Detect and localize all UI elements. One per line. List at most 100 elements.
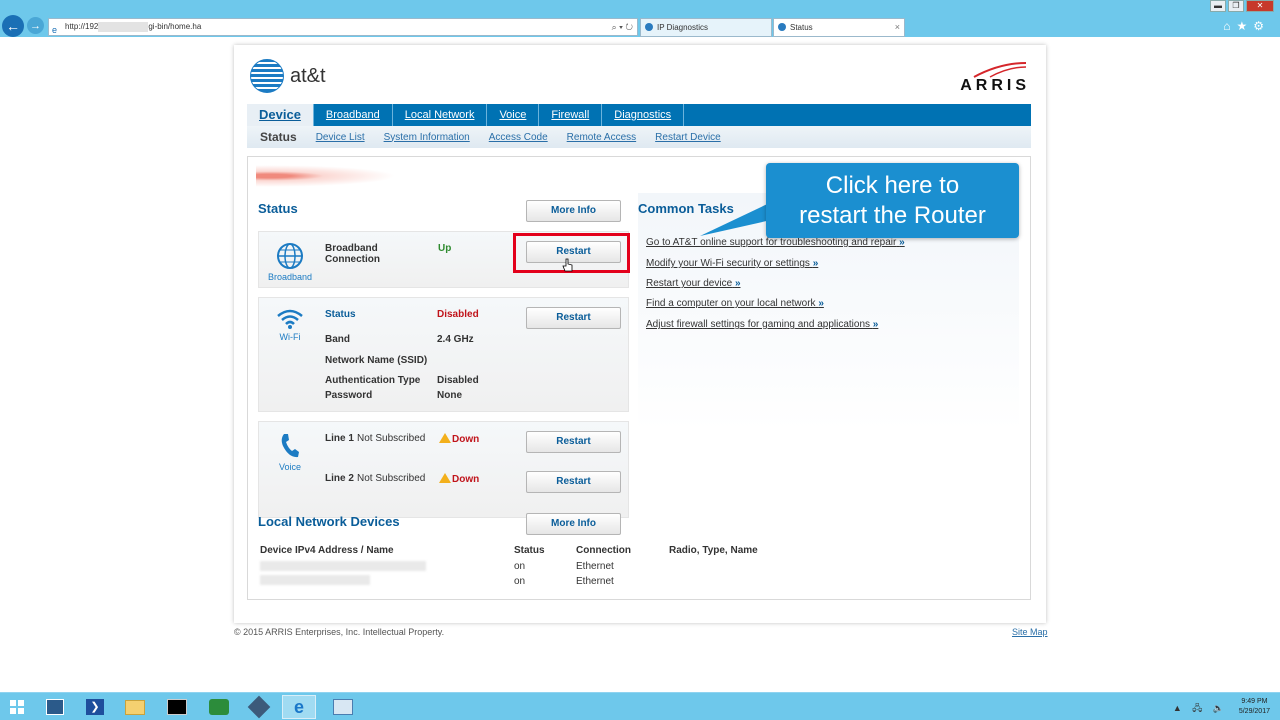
- ie-tab-icon: [778, 23, 786, 31]
- voice-line2-label: Line 2: [325, 473, 354, 484]
- blurred-device-name: [260, 561, 426, 571]
- voice-line2-status-text: Down: [452, 474, 480, 485]
- powershell-taskbar-button[interactable]: ❯: [78, 695, 112, 719]
- hand-cursor-icon: [562, 258, 573, 272]
- task-text: Adjust firewall settings for gaming and …: [646, 319, 871, 330]
- back-arrow-icon: ←: [6, 18, 20, 34]
- wifi-band-value: 2.4 GHz: [437, 334, 474, 345]
- voice-line2-subscription: Not Subscribed: [357, 473, 426, 484]
- broadband-icon-block: Broadband: [267, 242, 313, 282]
- wifi-password-label: Password: [325, 390, 373, 401]
- wifi-restart-button[interactable]: Restart: [526, 307, 621, 329]
- wifi-auth-label: Authentication Type: [325, 375, 421, 386]
- globe-icon: [277, 243, 303, 269]
- sub-nav-status: Status: [260, 130, 297, 144]
- address-tools-icons[interactable]: ⌕ ▾ ↻: [612, 19, 633, 35]
- home-favorites-tools-icons[interactable]: ⌂★⚙: [1223, 19, 1270, 33]
- main-nav-broadband[interactable]: Broadband: [314, 104, 393, 126]
- ie-tab-icon: [645, 23, 653, 31]
- task-wifi-security-link[interactable]: Modify your Wi-Fi security or settings »: [646, 258, 818, 269]
- main-nav-voice[interactable]: Voice: [487, 104, 540, 126]
- wifi-password-value: None: [437, 390, 462, 401]
- status-more-info-button[interactable]: More Info: [526, 200, 621, 222]
- main-nav-firewall[interactable]: Firewall: [539, 104, 603, 126]
- tab-ip-diagnostics[interactable]: IP Diagnostics: [640, 18, 772, 37]
- main-nav-device[interactable]: Device: [247, 104, 314, 126]
- address-redaction: [98, 21, 149, 32]
- main-nav-local-network[interactable]: Local Network: [393, 104, 488, 126]
- arris-logo-text: ARRIS: [960, 77, 1030, 94]
- remote-desktop-taskbar-button[interactable]: [326, 695, 360, 719]
- task-firewall-settings-link[interactable]: Adjust firewall settings for gaming and …: [646, 319, 878, 330]
- site-map-link[interactable]: Site Map: [1012, 627, 1048, 637]
- sub-nav-device-list[interactable]: Device List: [316, 132, 365, 143]
- sub-nav-system-information[interactable]: System Information: [384, 132, 470, 143]
- att-globe-icon: [250, 59, 284, 93]
- callout-line1: Click here to: [825, 172, 960, 199]
- task-restart-device-link[interactable]: Restart your device »: [646, 278, 741, 289]
- internet-explorer-taskbar-button[interactable]: e: [282, 695, 316, 719]
- eye-app-icon: [209, 699, 229, 715]
- wifi-status-value: Disabled: [437, 309, 479, 320]
- sub-nav-access-code[interactable]: Access Code: [489, 132, 548, 143]
- voice-line2-status: Down: [439, 473, 479, 485]
- column-header-connection: Connection: [576, 545, 631, 556]
- wifi-status-label: Status: [325, 309, 356, 320]
- local-network-more-info-button[interactable]: More Info: [526, 513, 621, 535]
- voice-line2-restart-button[interactable]: Restart: [526, 471, 621, 493]
- back-button[interactable]: ←: [2, 15, 24, 37]
- blurred-device-name: [260, 575, 370, 585]
- command-prompt-taskbar-button[interactable]: [160, 695, 194, 719]
- router-page: at&t ARRIS Device Broadband Local Networ…: [234, 45, 1046, 623]
- voice-icon-label: Voice: [278, 462, 302, 472]
- close-button[interactable]: ✕: [1246, 0, 1274, 12]
- voice-line1-status: Down: [439, 433, 479, 445]
- system-tray-icons[interactable]: ▲ 🖧 🔈: [1173, 701, 1228, 717]
- column-header-status: Status: [514, 545, 545, 556]
- wifi-icon: [277, 309, 303, 329]
- virtualbox-taskbar-button[interactable]: [242, 695, 276, 719]
- chevron-right-icon: »: [899, 237, 905, 248]
- server-manager-icon: [46, 699, 64, 715]
- voice-line1-restart-button[interactable]: Restart: [526, 431, 621, 453]
- server-manager-taskbar-button[interactable]: [38, 695, 72, 719]
- callout-line2: restart the Router: [799, 202, 986, 229]
- internet-explorer-icon: e: [293, 697, 304, 717]
- table-row-status: on: [514, 561, 526, 572]
- table-row-status: on: [514, 576, 526, 587]
- file-explorer-taskbar-button[interactable]: [118, 695, 152, 719]
- window-controls: ▬ ❐ ✕: [1210, 0, 1274, 12]
- tab-status[interactable]: Status ×: [773, 18, 905, 37]
- minimize-button[interactable]: ▬: [1210, 0, 1226, 12]
- clock-date: 5/29/2017: [1238, 708, 1270, 715]
- main-nav-diagnostics[interactable]: Diagnostics: [602, 104, 685, 126]
- task-find-computer-link[interactable]: Find a computer on your local network »: [646, 298, 824, 309]
- app-eye-taskbar-button[interactable]: [202, 695, 236, 719]
- windows-taskbar: ❯ e ▲ 🖧 🔈 9:49 PM 5/29/2017: [0, 692, 1280, 720]
- wifi-ssid-label: Network Name (SSID): [325, 355, 428, 366]
- instruction-callout: Click here to restart the Router: [766, 163, 1019, 238]
- remote-desktop-icon: [333, 699, 353, 715]
- broadband-label-line1: Broadband: [325, 243, 378, 254]
- task-text: Find a computer on your local network: [646, 298, 816, 309]
- sub-nav-restart-device[interactable]: Restart Device: [655, 132, 721, 143]
- address-bar[interactable]: e http://192 gi-bin/home.ha ⌕ ▾ ↻: [48, 18, 638, 36]
- ie-page-icon: e: [52, 25, 58, 35]
- wifi-icon-label: Wi-Fi: [279, 332, 301, 342]
- warning-icon: [439, 473, 451, 483]
- blurred-alert-banner: [256, 165, 396, 187]
- sub-nav-remote-access[interactable]: Remote Access: [567, 132, 636, 143]
- start-button[interactable]: [0, 695, 34, 719]
- broadband-label-line2: Connection: [325, 254, 380, 265]
- cube-icon: [247, 695, 271, 719]
- command-prompt-icon: [167, 699, 187, 715]
- forward-button[interactable]: →: [27, 17, 44, 34]
- restore-button[interactable]: ❐: [1228, 0, 1244, 12]
- arris-logo: ARRIS: [940, 59, 1030, 95]
- column-header-device: Device IPv4 Address / Name: [260, 545, 394, 556]
- task-text: Restart your device: [646, 278, 733, 289]
- taskbar-clock[interactable]: 9:49 PM 5/29/2017: [1239, 697, 1270, 717]
- phone-icon: [281, 434, 299, 458]
- tab-close-icon[interactable]: ×: [895, 19, 900, 36]
- sub-nav: Status Device List System Information Ac…: [247, 126, 1031, 148]
